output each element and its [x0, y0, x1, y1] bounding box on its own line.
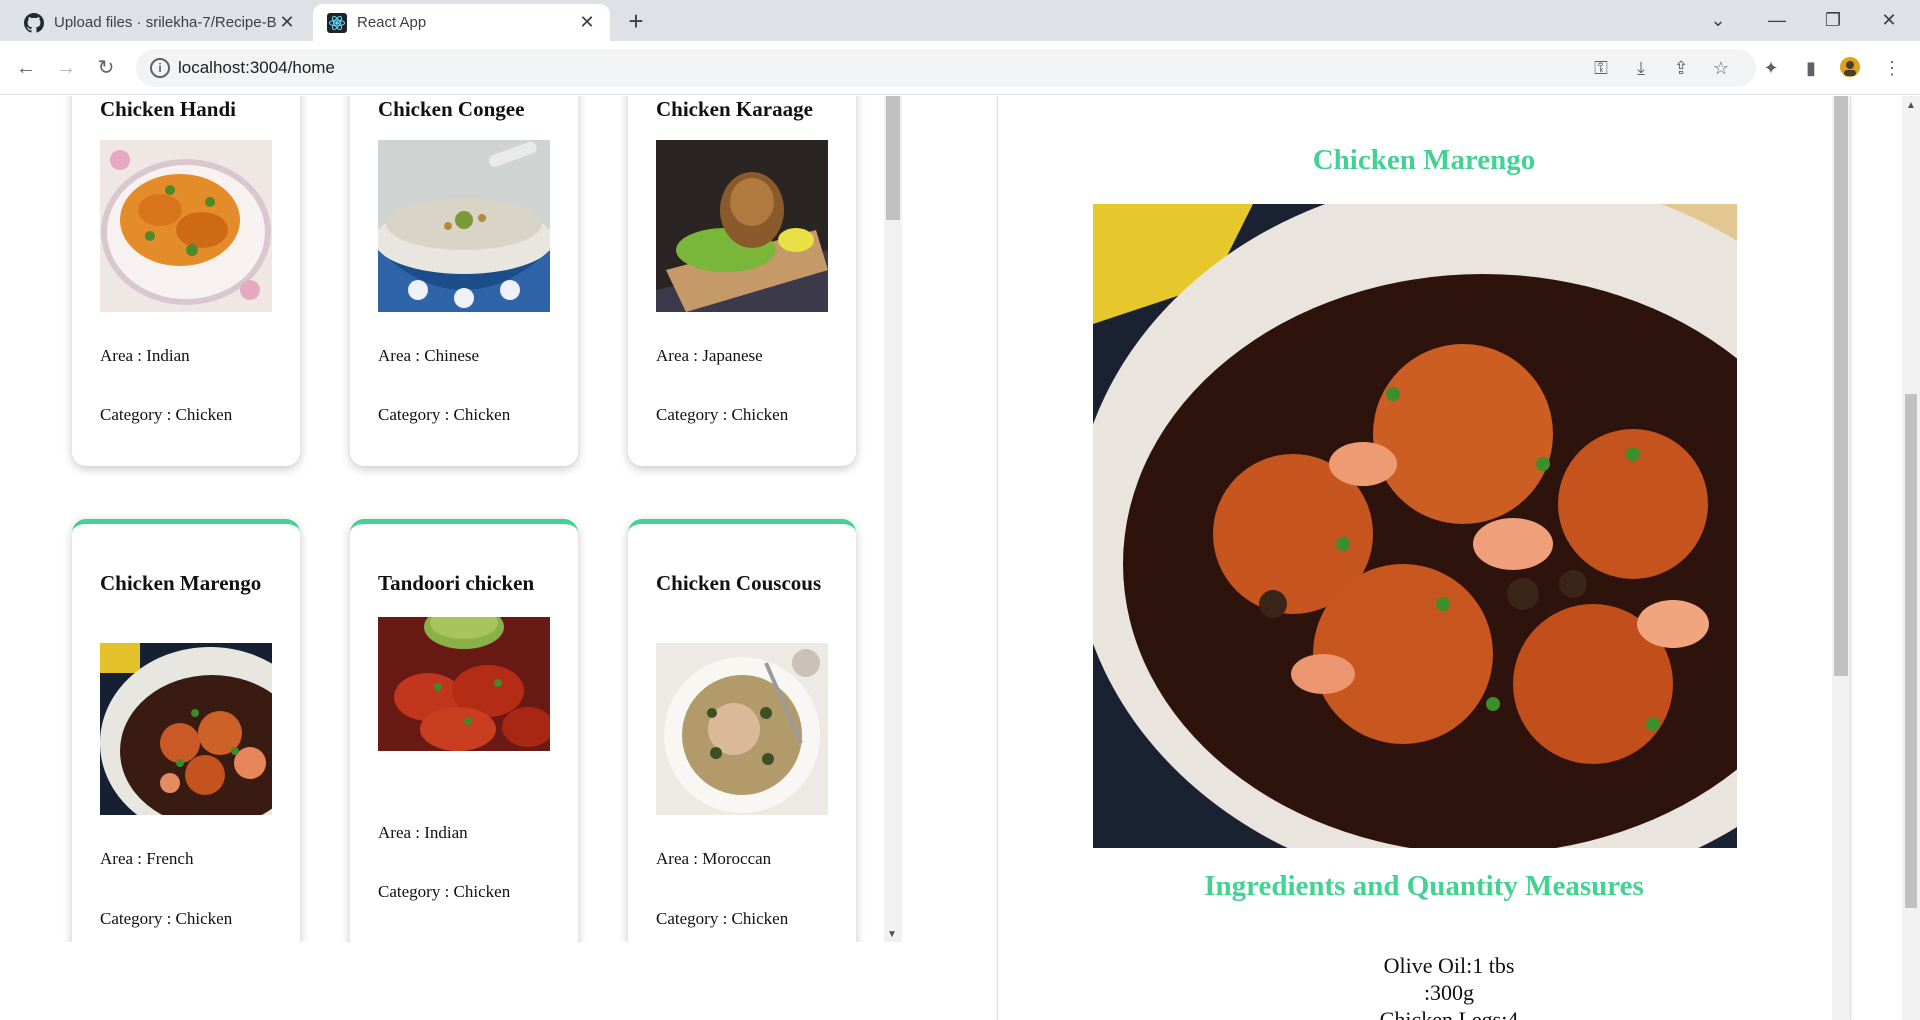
recipe-name: Chicken Karaage: [656, 97, 813, 121]
recipe-thumbnail[interactable]: [656, 643, 828, 815]
tab-github-upload[interactable]: Upload files · srilekha-7/Recipe-B ✕: [10, 4, 310, 41]
recipe-name: Chicken Couscous: [656, 571, 822, 595]
react-icon: [327, 12, 347, 33]
recipe-thumbnail[interactable]: [656, 140, 828, 312]
recipe-thumbnail[interactable]: [378, 140, 550, 312]
recipe-list-scrollbar[interactable]: ▼: [884, 96, 902, 942]
recipe-card[interactable]: Chicken Handi Area : Indian Category : C…: [72, 96, 300, 466]
recipe-card[interactable]: Chicken Couscous Area : Moroccan Categor…: [628, 519, 856, 942]
tab-title: React App: [357, 14, 427, 31]
browser-toolbar: ← → ↻ i localhost:3004/home ⚿ ⤓ ⇪ ☆ ✦ ▮ …: [0, 41, 1920, 95]
recipe-area: Area : Indian: [100, 346, 190, 365]
recipe-list-pane[interactable]: Chicken Handi Area : Indian Category : C…: [0, 96, 885, 942]
ingredient-item: :300g: [1423, 980, 1475, 1005]
ingredients-list: Olive Oil:1 tbs :300g Chicken Legs:4: [998, 952, 1850, 1020]
recipe-area: Area : Indian: [378, 823, 468, 842]
recipe-category: Category : Chicken: [100, 405, 233, 424]
new-tab-icon[interactable]: +: [623, 8, 649, 34]
ingredient-item: Chicken Legs:4: [1379, 1007, 1519, 1020]
reload-icon[interactable]: ↻: [92, 54, 120, 82]
recipe-area: Area : French: [100, 849, 194, 868]
recipe-area: Area : Chinese: [378, 346, 480, 365]
close-window-icon[interactable]: ✕: [1869, 6, 1909, 34]
key-icon[interactable]: ⚿: [1589, 56, 1613, 80]
address-bar[interactable]: i localhost:3004/home: [136, 49, 1756, 87]
meal-image: [1093, 204, 1737, 848]
recipe-area: Area : Japanese: [656, 346, 763, 365]
recipe-category: Category : Chicken: [378, 882, 511, 901]
page-scrollbar[interactable]: ▲: [1902, 96, 1920, 1020]
ingredients-heading: Ingredients and Quantity Measures: [1204, 870, 1644, 902]
recipe-thumbnail[interactable]: [100, 140, 272, 312]
recipe-thumbnail[interactable]: [100, 643, 272, 815]
browser-tab-bar: Upload files · srilekha-7/Recipe-B ✕ Rea…: [0, 0, 1920, 41]
recipe-name: Chicken Congee: [378, 97, 525, 121]
recipe-name: Chicken Marengo: [100, 571, 262, 595]
tab-react-app[interactable]: React App ✕: [313, 4, 610, 41]
recipe-name: Tandoori chicken: [378, 571, 535, 595]
tab-title: Upload files · srilekha-7/Recipe-B: [54, 14, 277, 31]
recipe-thumbnail[interactable]: [378, 617, 550, 751]
profile-avatar[interactable]: [1838, 56, 1862, 80]
recipe-area: Area : Moroccan: [656, 849, 772, 868]
recipe-card[interactable]: Tandoori chicken Area : Indian Category …: [350, 519, 578, 942]
close-tab-icon[interactable]: ✕: [578, 12, 596, 33]
recipe-card[interactable]: Chicken Congee Area : Chinese Category :…: [350, 96, 578, 466]
scroll-up-arrow-icon[interactable]: ▲: [1906, 100, 1916, 111]
side-panel-icon[interactable]: ▮: [1799, 56, 1823, 80]
recipe-card[interactable]: Chicken Karaage Area : Japanese Category…: [628, 96, 856, 466]
restore-icon[interactable]: ❐: [1813, 6, 1853, 34]
recipe-category: Category : Chicken: [656, 405, 789, 424]
github-icon: [24, 12, 44, 33]
recipe-name: Chicken Handi: [100, 97, 236, 121]
share-icon[interactable]: ⇪: [1669, 56, 1693, 80]
extensions-icon[interactable]: ✦: [1759, 56, 1783, 80]
recipe-category: Category : Chicken: [656, 909, 789, 928]
install-app-icon[interactable]: ⤓: [1629, 56, 1653, 80]
forward-icon[interactable]: →: [52, 54, 80, 82]
ingredient-item: Olive Oil:1 tbs: [1383, 953, 1515, 978]
scrollbar-thumb[interactable]: [886, 96, 900, 220]
page-content: Chicken Handi Area : Indian Category : C…: [0, 96, 1920, 1020]
url-text[interactable]: localhost:3004/home: [178, 58, 335, 78]
detail-scrollbar[interactable]: [1832, 96, 1850, 1020]
menu-kebab-icon[interactable]: ⋮: [1880, 56, 1904, 80]
recipe-card[interactable]: Chicken Marengo Area : French Category :…: [72, 519, 300, 942]
meal-title: Chicken Marengo: [1312, 144, 1536, 176]
site-info-icon[interactable]: i: [150, 58, 170, 78]
recipe-category: Category : Chicken: [100, 909, 233, 928]
close-tab-icon[interactable]: ✕: [278, 12, 296, 33]
scroll-down-arrow-icon[interactable]: ▼: [887, 929, 897, 940]
back-icon[interactable]: ←: [12, 54, 40, 82]
scrollbar-thumb[interactable]: [1905, 394, 1917, 908]
recipe-category: Category : Chicken: [378, 405, 511, 424]
minimize-icon[interactable]: —: [1757, 6, 1797, 34]
recipe-detail-panel: Chicken Marengo Ingredients and Quantity…: [997, 96, 1851, 1020]
bookmark-star-icon[interactable]: ☆: [1709, 56, 1733, 80]
scrollbar-thumb[interactable]: [1834, 96, 1848, 676]
tab-search-chevron-icon[interactable]: ⌄: [1698, 6, 1738, 34]
